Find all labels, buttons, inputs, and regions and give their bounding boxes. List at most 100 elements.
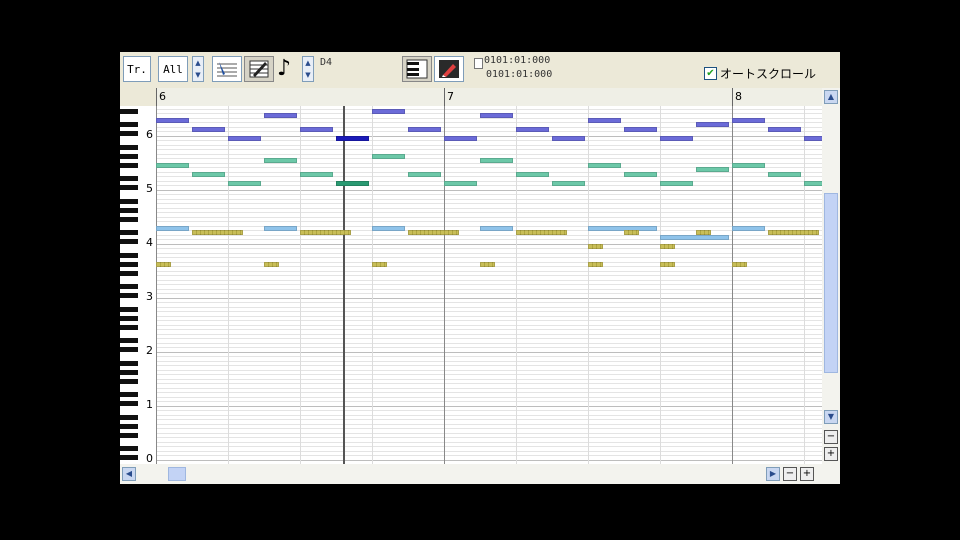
piano-keyboard[interactable]: 6 5 4 3 2 1 0	[120, 106, 157, 464]
black-key[interactable]	[120, 316, 138, 321]
spin-down-icon[interactable]: ▼	[193, 69, 203, 81]
vertical-scrollbar[interactable]: ▲ ▼ − +	[822, 88, 840, 464]
note-event[interactable]	[336, 136, 369, 141]
note-event[interactable]	[696, 122, 729, 127]
scroll-left-icon[interactable]: ◀	[122, 467, 136, 481]
note-event[interactable]	[696, 167, 729, 172]
black-key[interactable]	[120, 131, 138, 136]
zoom-out-vertical-button[interactable]: −	[824, 430, 838, 444]
note-event[interactable]	[156, 226, 189, 231]
note-event[interactable]	[156, 262, 171, 267]
scroll-right-icon[interactable]: ▶	[766, 467, 780, 481]
scroll-down-icon[interactable]: ▼	[824, 410, 838, 424]
black-key[interactable]	[120, 379, 138, 384]
black-key[interactable]	[120, 293, 138, 298]
note-event[interactable]	[156, 118, 189, 123]
note-event[interactable]	[372, 154, 405, 159]
note-event[interactable]	[480, 226, 513, 231]
note-event[interactable]	[192, 230, 243, 235]
black-key[interactable]	[120, 253, 138, 258]
black-key[interactable]	[120, 163, 138, 168]
spin-down-icon[interactable]: ▼	[303, 69, 313, 81]
note-event[interactable]	[732, 163, 765, 168]
note-event[interactable]	[300, 127, 333, 132]
note-event[interactable]	[660, 235, 729, 240]
note-event[interactable]	[264, 226, 297, 231]
track-spinner[interactable]: ▲ ▼	[192, 56, 204, 82]
note-event[interactable]	[624, 127, 657, 132]
pen-tool-button[interactable]	[434, 56, 464, 82]
track-select[interactable]: All	[158, 56, 188, 82]
black-key[interactable]	[120, 199, 138, 204]
black-key[interactable]	[120, 361, 138, 366]
black-key[interactable]	[120, 370, 138, 375]
note-event[interactable]	[804, 136, 822, 141]
black-key[interactable]	[120, 185, 138, 190]
note-event[interactable]	[552, 136, 585, 141]
note-event[interactable]	[444, 136, 477, 141]
note-grid[interactable]	[156, 106, 822, 464]
note-event[interactable]	[372, 109, 405, 114]
note-event[interactable]	[732, 226, 765, 231]
note-event[interactable]	[156, 163, 189, 168]
note-event[interactable]	[768, 127, 801, 132]
black-key[interactable]	[120, 433, 138, 438]
track-button[interactable]: Tr.	[123, 56, 151, 82]
note-event[interactable]	[372, 226, 405, 231]
note-event[interactable]	[696, 230, 711, 235]
black-key[interactable]	[120, 239, 138, 244]
note-event[interactable]	[480, 262, 495, 267]
note-event[interactable]	[660, 244, 675, 249]
playhead[interactable]	[343, 106, 346, 464]
note-event[interactable]	[444, 181, 477, 186]
note-length-spinner[interactable]: ▲ ▼	[302, 56, 314, 82]
black-key[interactable]	[120, 217, 138, 222]
black-key[interactable]	[120, 338, 138, 343]
spin-up-icon[interactable]: ▲	[303, 57, 313, 69]
scroll-up-icon[interactable]: ▲	[824, 90, 838, 104]
grid-tool-button[interactable]	[244, 56, 274, 82]
zoom-in-horizontal-button[interactable]: +	[800, 467, 814, 481]
note-event[interactable]	[336, 181, 369, 186]
black-key[interactable]	[120, 446, 138, 451]
black-key[interactable]	[120, 392, 138, 397]
note-event[interactable]	[264, 158, 297, 163]
note-event[interactable]	[804, 181, 822, 186]
note-event[interactable]	[660, 136, 693, 141]
note-event[interactable]	[228, 136, 261, 141]
note-event[interactable]	[768, 172, 801, 177]
black-key[interactable]	[120, 307, 138, 312]
note-event[interactable]	[516, 172, 549, 177]
black-key[interactable]	[120, 262, 138, 267]
horizontal-scrollbar[interactable]: ◀ ▶ − +	[120, 464, 840, 484]
note-event[interactable]	[732, 118, 765, 123]
note-event[interactable]	[408, 230, 459, 235]
black-key[interactable]	[120, 415, 138, 420]
black-key[interactable]	[120, 208, 138, 213]
note-event[interactable]	[588, 163, 621, 168]
black-key[interactable]	[120, 455, 138, 460]
spin-up-icon[interactable]: ▲	[193, 57, 203, 69]
black-key[interactable]	[120, 401, 138, 406]
note-event[interactable]	[732, 262, 747, 267]
note-event[interactable]	[588, 244, 603, 249]
horizontal-scroll-thumb[interactable]	[168, 467, 186, 481]
note-event[interactable]	[264, 113, 297, 118]
note-event[interactable]	[480, 158, 513, 163]
note-event[interactable]	[768, 230, 819, 235]
black-key[interactable]	[120, 154, 138, 159]
note-event[interactable]	[552, 181, 585, 186]
note-event[interactable]	[660, 262, 675, 267]
black-key[interactable]	[120, 347, 138, 352]
autoscroll-checkbox[interactable]: ✔	[704, 67, 717, 80]
note-event[interactable]	[516, 127, 549, 132]
black-key[interactable]	[120, 284, 138, 289]
note-event[interactable]	[624, 172, 657, 177]
black-key[interactable]	[120, 271, 138, 276]
note-event[interactable]	[516, 230, 567, 235]
black-key[interactable]	[120, 424, 138, 429]
note-event[interactable]	[372, 262, 387, 267]
select-tool-button[interactable]	[212, 56, 242, 82]
black-key[interactable]	[120, 230, 138, 235]
note-event[interactable]	[192, 172, 225, 177]
